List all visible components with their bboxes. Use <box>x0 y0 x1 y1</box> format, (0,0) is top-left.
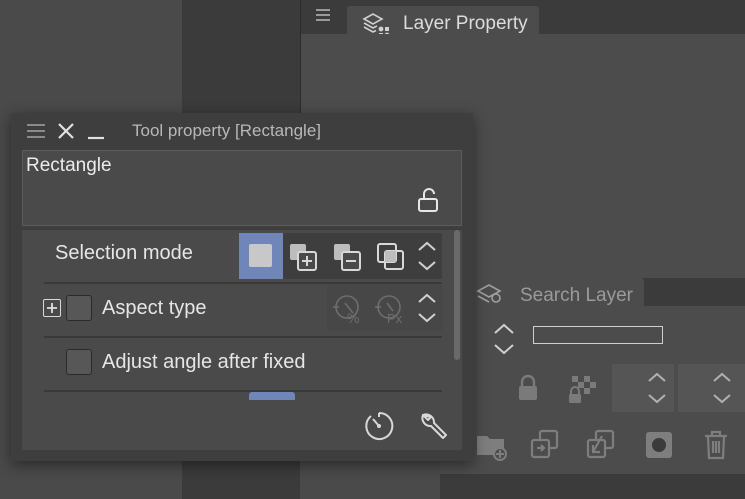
checker-lock-icon[interactable] <box>568 374 598 404</box>
expand-button[interactable] <box>43 299 61 317</box>
aspect-type-stepper[interactable] <box>415 289 439 327</box>
new-selection-button[interactable] <box>239 233 283 279</box>
divider <box>44 390 442 392</box>
new-selection-icon <box>249 244 272 267</box>
panel-title: Tool property [Rectangle] <box>132 121 321 140</box>
search-layer-icon <box>476 282 506 306</box>
aspect-type-label: Aspect type <box>102 297 207 319</box>
minimize-icon[interactable] <box>87 122 105 140</box>
tool-property-header: Tool property [Rectangle] <box>11 113 473 147</box>
lock-icon[interactable] <box>516 374 540 402</box>
merge-down-icon[interactable] <box>584 428 618 462</box>
tool-property-footer <box>22 400 462 450</box>
tab-search-layer[interactable]: Search Layer <box>464 278 644 306</box>
lock-open-icon[interactable] <box>415 187 441 213</box>
selection-mode-stepper[interactable] <box>415 237 439 275</box>
wrench-icon[interactable] <box>417 409 451 443</box>
tab-label: Layer Property <box>403 13 528 34</box>
scrollbar-thumb[interactable] <box>454 230 460 360</box>
layer-panel: Search Layer <box>440 278 745 499</box>
tool-property-list: Selection mode Aspect type % Px Adjust a… <box>22 230 452 400</box>
close-icon[interactable] <box>57 122 75 140</box>
divider <box>44 282 442 284</box>
tool-name: Rectangle <box>26 155 112 176</box>
clock-dial-icon[interactable] <box>362 410 396 442</box>
menu-icon[interactable] <box>315 7 331 23</box>
menu-icon[interactable] <box>27 123 45 139</box>
adjust-angle-label: Adjust angle after fixed <box>102 351 306 373</box>
layer-option-stepper[interactable] <box>612 364 674 412</box>
selection-mode-label: Selection mode <box>55 242 193 264</box>
tab-layer-property[interactable]: Layer Property <box>347 6 539 38</box>
layer-actions-toolbar <box>440 426 745 474</box>
trash-icon[interactable] <box>702 429 730 461</box>
svg-text:Px: Px <box>387 311 403 325</box>
aspect-type-selector: % Px <box>327 285 442 331</box>
scrollbar[interactable] <box>452 230 462 400</box>
next-row-button[interactable] <box>249 392 295 400</box>
tab-label: Search Layer <box>520 285 634 306</box>
add-selection-icon[interactable] <box>288 242 320 272</box>
tool-property-panel: Tool property [Rectangle] Rectangle Sele… <box>11 113 473 461</box>
blend-mode-stepper[interactable] <box>490 320 518 358</box>
svg-text:%: % <box>347 310 359 325</box>
mask-icon[interactable] <box>644 430 674 460</box>
new-folder-icon[interactable] <box>474 428 510 462</box>
opacity-slider[interactable] <box>533 326 663 344</box>
tool-name-box[interactable]: Rectangle <box>22 150 462 226</box>
aspect-percent-icon[interactable]: % <box>331 293 367 325</box>
aspect-px-icon[interactable]: Px <box>373 293 409 325</box>
aspect-type-checkbox[interactable] <box>66 295 92 321</box>
copy-layer-icon[interactable] <box>528 428 562 462</box>
adjust-angle-checkbox[interactable] <box>66 349 92 375</box>
divider <box>44 336 442 338</box>
subtract-selection-icon[interactable] <box>332 242 364 272</box>
selection-mode-selector <box>239 233 442 279</box>
intersect-selection-icon[interactable] <box>376 242 408 272</box>
layer-option-stepper[interactable] <box>678 364 745 412</box>
